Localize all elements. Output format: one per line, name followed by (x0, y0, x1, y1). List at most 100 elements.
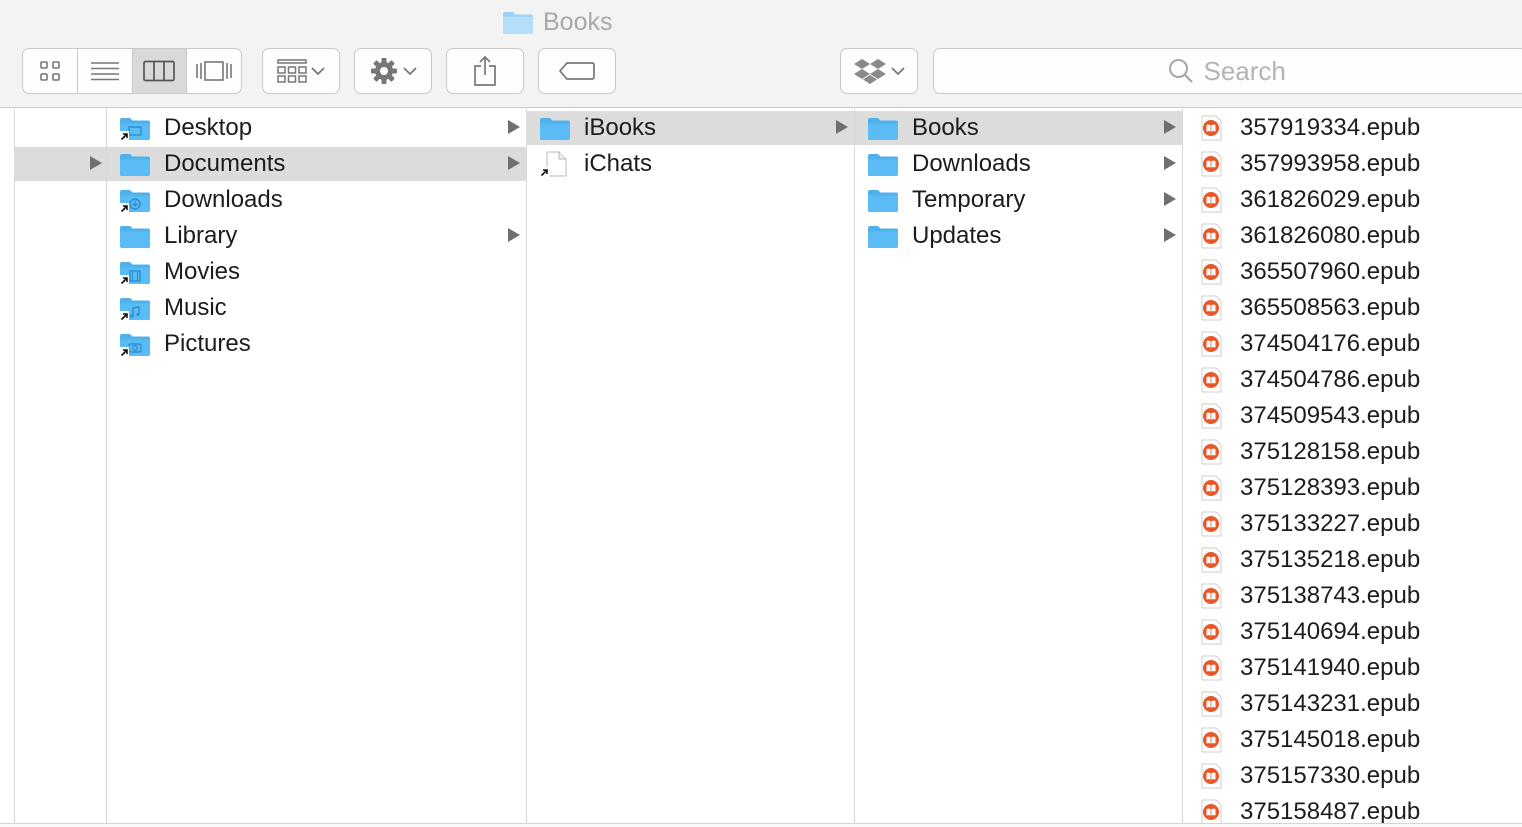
folder-row[interactable]: Pictures (107, 327, 526, 361)
folder-icon (119, 223, 151, 249)
epub-icon (1199, 763, 1223, 789)
folder-icon (503, 12, 533, 34)
epub-icon (1199, 259, 1223, 285)
epub-icon (1199, 475, 1223, 501)
folder-row[interactable]: Library (107, 219, 526, 253)
disclosure-arrow-icon (508, 120, 520, 134)
file-row[interactable]: 365507960.epub (1183, 255, 1522, 289)
file-row[interactable]: 375157330.epub (1183, 759, 1522, 793)
chevron-down-icon (403, 67, 417, 76)
window-toolbar: Books (0, 0, 1522, 108)
file-row[interactable]: 375128158.epub (1183, 435, 1522, 469)
disclosure-arrow-icon (1164, 120, 1176, 134)
file-row[interactable]: 375141940.epub (1183, 651, 1522, 685)
folder-row[interactable]: iBooks (527, 111, 854, 145)
file-row[interactable]: 361826029.epub (1183, 183, 1522, 217)
column-view-button[interactable] (132, 49, 188, 93)
column-home[interactable]: Desktop Documents Downloads Library Movi… (107, 109, 527, 823)
file-row[interactable]: 375133227.epub (1183, 507, 1522, 541)
file-name: 374504786.epub (1240, 366, 1421, 393)
folder-row[interactable]: Downloads (107, 183, 526, 217)
file-row[interactable]: 375143231.epub (1183, 687, 1522, 721)
file-name: 375135218.epub (1240, 546, 1421, 573)
file-name: 375128393.epub (1240, 474, 1421, 501)
window-bottom-edge (0, 823, 1522, 827)
folder-name: Desktop (164, 114, 253, 141)
folder-icon (867, 151, 899, 177)
movies-folder-icon (119, 259, 151, 285)
folder-row[interactable]: Movies (107, 255, 526, 289)
folder-icon (119, 151, 151, 177)
epub-icon (1199, 115, 1223, 141)
column-documents[interactable]: iBooks iChats (527, 109, 855, 823)
folder-row[interactable]: Documents (107, 147, 526, 181)
folder-name: Downloads (164, 186, 283, 213)
share-button[interactable] (446, 48, 524, 94)
dropbox-button[interactable] (840, 48, 918, 94)
file-name: 375140694.epub (1240, 618, 1421, 645)
folder-name: Library (164, 222, 238, 249)
file-row[interactable]: 357919334.epub (1183, 111, 1522, 145)
folder-name: iChats (584, 150, 653, 177)
folder-row[interactable]: Downloads (855, 147, 1182, 181)
folder-name: iBooks (584, 114, 657, 141)
file-row[interactable]: 374504176.epub (1183, 327, 1522, 361)
epub-icon (1199, 223, 1223, 249)
arrange-button[interactable] (262, 48, 340, 94)
search-icon (1168, 59, 1193, 83)
epub-icon (1199, 655, 1223, 681)
file-row[interactable]: 365508563.epub (1183, 291, 1522, 325)
epub-icon (1199, 691, 1223, 717)
disclosure-arrow-icon (508, 228, 520, 242)
file-name: 375141940.epub (1240, 654, 1421, 681)
dropbox-icon (854, 59, 886, 84)
list-view-button[interactable] (78, 49, 133, 93)
folder-row[interactable]: iChats (527, 147, 854, 181)
folder-name: Downloads (912, 150, 1031, 177)
tags-button[interactable] (538, 48, 616, 94)
column-ibooks[interactable]: Books Downloads Temporary Updates (855, 109, 1183, 823)
search-input[interactable] (1203, 55, 1294, 87)
folder-row[interactable]: Books (855, 111, 1182, 145)
file-row[interactable]: 361826080.epub (1183, 219, 1522, 253)
icon-view-button[interactable] (23, 49, 78, 93)
file-name: 375138743.epub (1240, 582, 1421, 609)
list-icon (90, 62, 119, 81)
file-row[interactable]: 357993958.epub (1183, 147, 1522, 181)
file-row[interactable]: 375145018.epub (1183, 723, 1522, 757)
disclosure-arrow-icon (1164, 156, 1176, 170)
columns-icon (143, 60, 176, 82)
file-name: 375128158.epub (1240, 438, 1421, 465)
epub-icon (1199, 295, 1223, 321)
cover-flow-view-button[interactable] (187, 49, 241, 93)
chevron-down-icon (311, 67, 325, 76)
folder-row[interactable]: Music (107, 291, 526, 325)
epub-icon (1199, 331, 1223, 357)
file-row[interactable]: 375140694.epub (1183, 615, 1522, 649)
window-title: Books (502, 6, 612, 38)
file-row[interactable]: 374504786.epub (1183, 363, 1522, 397)
folder-icon (539, 115, 571, 141)
file-row[interactable]: 375158487.epub (1183, 795, 1522, 823)
folder-row[interactable]: Updates (855, 219, 1182, 253)
column-books[interactable]: 357919334.epub 357993958.epub 361826029.… (1183, 109, 1522, 823)
coverflow-icon (196, 61, 232, 81)
folder-name: Updates (912, 222, 1002, 249)
folder-row[interactable]: Temporary (855, 183, 1182, 217)
folder-name: Documents (164, 150, 286, 177)
file-row[interactable]: 375138743.epub (1183, 579, 1522, 613)
folder-name: Music (164, 294, 227, 321)
folder-row[interactable]: Desktop (107, 111, 526, 145)
file-row[interactable]: 375128393.epub (1183, 471, 1522, 505)
file-row[interactable]: 374509543.epub (1183, 399, 1522, 433)
file-row[interactable]: 375135218.epub (1183, 543, 1522, 577)
search-field[interactable] (933, 48, 1522, 94)
arrange-grid-icon (277, 59, 307, 83)
epub-icon (1199, 403, 1223, 429)
column-parent[interactable] (15, 109, 107, 823)
parent-selected-row[interactable] (15, 147, 106, 181)
chevron-down-icon (891, 67, 905, 76)
action-button[interactable] (354, 48, 432, 94)
folder-name: Movies (164, 258, 241, 285)
file-name: 375157330.epub (1240, 762, 1421, 789)
